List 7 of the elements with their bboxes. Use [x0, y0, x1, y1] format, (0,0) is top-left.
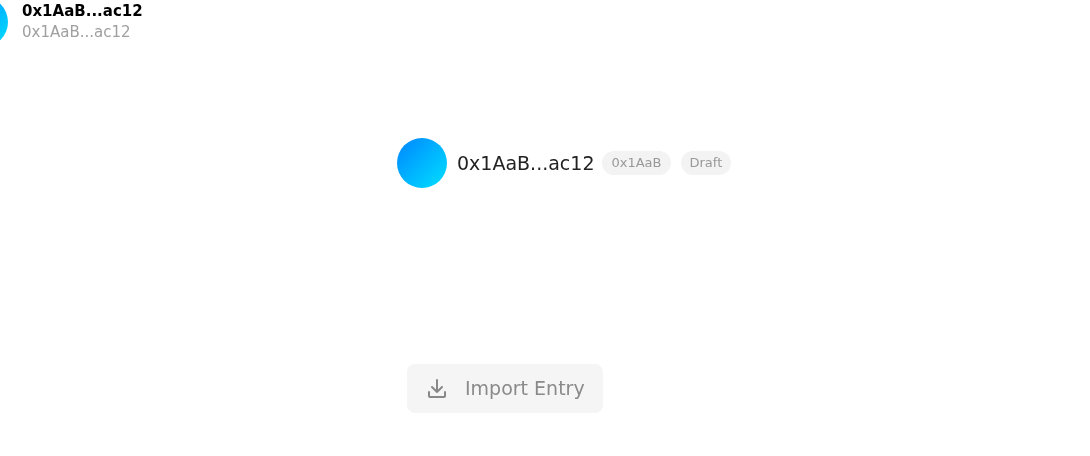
tag: Draft: [680, 151, 732, 175]
tag: 0x1AaB: [602, 151, 671, 175]
download-icon: [425, 376, 449, 401]
account-name: 0x1AaB...ac12: [457, 150, 595, 176]
avatar: [397, 138, 447, 188]
account-address: 0x1AaB...ac12: [22, 22, 132, 43]
account-name: 0x1AaB...ac12: [22, 1, 143, 21]
